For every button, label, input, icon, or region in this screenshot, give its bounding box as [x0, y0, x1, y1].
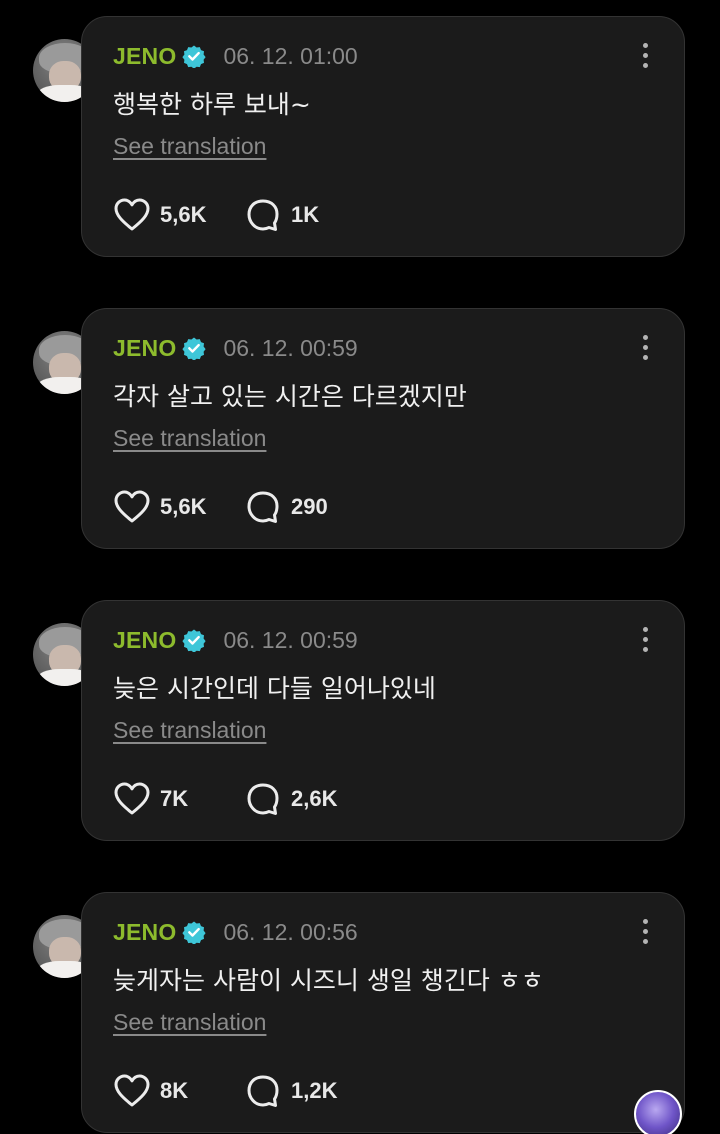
comment-count: 2,6K — [291, 786, 338, 811]
post-text: 행복한 하루 보내~ — [113, 90, 311, 119]
comment-button[interactable]: 290 — [244, 489, 328, 525]
post-timestamp: 06. 12. 00:56 — [223, 918, 358, 945]
post-text: 늦은 시간인데 다들 일어나있네 — [113, 674, 436, 703]
more-options-button[interactable] — [640, 919, 650, 947]
post-text: 늦게자는 사람이 시즈니 생일 챙긴다 ㅎㅎ — [113, 966, 544, 995]
post-actions: 7K 2,6K — [113, 781, 337, 817]
username[interactable]: JENO — [113, 335, 176, 362]
see-translation-link[interactable]: See translation — [113, 717, 266, 744]
post-header: JENO 06. 12. 00:59 — [113, 625, 358, 655]
post-header: JENO 06. 12. 01:00 — [113, 41, 358, 71]
post-actions: 5,6K 1K — [113, 197, 319, 233]
username[interactable]: JENO — [113, 627, 176, 654]
post-card: JENO 06. 12. 01:00 행복한 하루 보내~ See transl… — [0, 16, 720, 260]
speech-bubble-icon — [247, 1075, 279, 1107]
post-header: JENO 06. 12. 00:59 — [113, 333, 358, 363]
like-button[interactable]: 7K — [113, 781, 244, 817]
post-bubble: JENO 06. 12. 00:59 각자 살고 있는 시간은 다르겠지만 Se… — [81, 308, 685, 549]
post-timestamp: 06. 12. 00:59 — [223, 334, 358, 361]
more-options-button[interactable] — [640, 43, 650, 71]
post-bubble: JENO 06. 12. 00:59 늦은 시간인데 다들 일어나있네 See … — [81, 600, 685, 841]
like-button[interactable]: 8K — [113, 1073, 244, 1109]
like-button[interactable]: 5,6K — [113, 197, 244, 233]
username[interactable]: JENO — [113, 919, 176, 946]
heart-outline-icon — [114, 1074, 150, 1107]
like-count: 5,6K — [160, 202, 207, 227]
verified-badge-icon — [182, 921, 207, 944]
speech-bubble-icon — [247, 491, 279, 523]
like-count: 8K — [160, 1078, 189, 1103]
speech-bubble-icon — [247, 783, 279, 815]
verified-badge-icon — [182, 337, 207, 360]
like-count: 7K — [160, 786, 189, 811]
post-actions: 5,6K 290 — [113, 489, 328, 525]
more-options-button[interactable] — [640, 627, 650, 655]
comment-button[interactable]: 1,2K — [244, 1073, 337, 1109]
post-text: 각자 살고 있는 시간은 다르겠지만 — [113, 382, 467, 411]
post-feed: JENO 06. 12. 01:00 행복한 하루 보내~ See transl… — [0, 0, 720, 1134]
post-bubble: JENO 06. 12. 00:56 늦게자는 사람이 시즈니 생일 챙긴다 ㅎ… — [81, 892, 685, 1133]
more-options-button[interactable] — [640, 335, 650, 363]
more-vertical-icon — [642, 919, 648, 924]
comment-count: 1K — [291, 202, 320, 227]
comment-button[interactable]: 1K — [244, 197, 319, 233]
heart-outline-icon — [114, 198, 150, 231]
heart-outline-icon — [114, 490, 150, 523]
see-translation-link[interactable]: See translation — [113, 1009, 266, 1036]
floating-avatar-badge[interactable] — [634, 1090, 682, 1134]
verified-badge-icon — [182, 629, 207, 652]
post-card: JENO 06. 12. 00:59 늦은 시간인데 다들 일어나있네 See … — [0, 600, 720, 844]
see-translation-link[interactable]: See translation — [113, 425, 266, 452]
see-translation-link[interactable]: See translation — [113, 133, 266, 160]
post-card: JENO 06. 12. 00:59 각자 살고 있는 시간은 다르겠지만 Se… — [0, 308, 720, 552]
more-vertical-icon — [642, 335, 648, 340]
heart-outline-icon — [114, 782, 150, 815]
post-card: JENO 06. 12. 00:56 늦게자는 사람이 시즈니 생일 챙긴다 ㅎ… — [0, 892, 720, 1134]
post-timestamp: 06. 12. 01:00 — [223, 42, 358, 69]
speech-bubble-icon — [247, 199, 279, 231]
post-actions: 8K 1,2K — [113, 1073, 337, 1109]
verified-badge-icon — [182, 45, 207, 68]
comment-count: 290 — [291, 494, 328, 519]
post-timestamp: 06. 12. 00:59 — [223, 626, 358, 653]
username[interactable]: JENO — [113, 43, 176, 70]
comment-count: 1,2K — [291, 1078, 338, 1103]
post-header: JENO 06. 12. 00:56 — [113, 917, 358, 947]
like-count: 5,6K — [160, 494, 207, 519]
more-vertical-icon — [642, 627, 648, 632]
more-vertical-icon — [642, 43, 648, 48]
post-bubble: JENO 06. 12. 01:00 행복한 하루 보내~ See transl… — [81, 16, 685, 257]
like-button[interactable]: 5,6K — [113, 489, 244, 525]
comment-button[interactable]: 2,6K — [244, 781, 337, 817]
